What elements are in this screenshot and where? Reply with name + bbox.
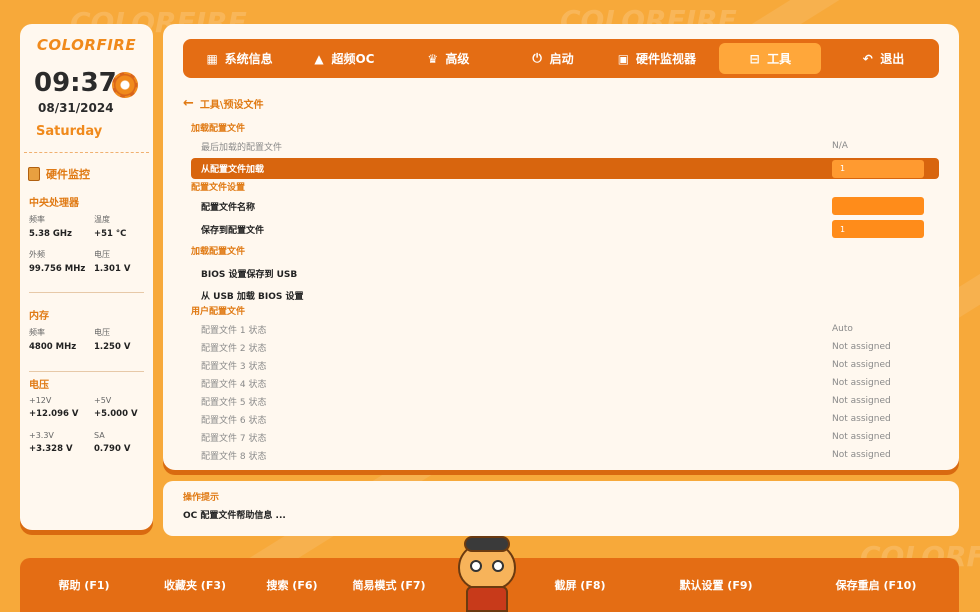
cpu-freq: 频率 5.38 GHz <box>29 215 72 239</box>
tab-system-info[interactable]: ▦ 系统信息 <box>187 43 291 74</box>
favorites-button[interactable]: 收藏夹 (F3) <box>148 558 242 612</box>
profile-status-row: 配置文件 4 状态 Not assigned <box>201 378 891 390</box>
crown-icon: ♛ <box>427 51 439 66</box>
divider <box>29 292 144 293</box>
tab-hardware-monitor[interactable]: ▣ 硬件监视器 <box>604 43 708 74</box>
profile-status-row: 配置文件 5 状态 Not assigned <box>201 396 891 408</box>
mascot-cat-image <box>454 536 520 612</box>
memory-section-title: 内存 <box>29 311 49 322</box>
profile-status-row: 配置文件 2 状态 Not assigned <box>201 342 891 354</box>
section-profile-settings: 配置文件设置 <box>191 182 246 193</box>
clock-day: Saturday <box>36 124 103 139</box>
rocket-icon: ▲ <box>314 51 324 66</box>
breadcrumb-path: 工具\预设文件 <box>199 100 264 111</box>
easy-mode-button[interactable]: 简易模式 (F7) <box>342 558 436 612</box>
tab-boot[interactable]: ⏻ 启动 <box>500 43 604 74</box>
voltage-3v3: +3.3V +3.328 V <box>29 431 73 454</box>
grid-icon: ▦ <box>206 51 218 66</box>
profile-status-row: 配置文件 6 状态 Not assigned <box>201 414 891 426</box>
power-icon: ⏻ <box>532 51 542 65</box>
cpu-temp: 温度 +51 °C <box>94 215 127 239</box>
clock-date: 08/31/2024 <box>38 101 114 115</box>
back-icon: ↶ <box>862 51 873 66</box>
tab-bar: ▦ 系统信息 ▲ 超频OC ♛ 高级 ⏻ 启动 ▣ 硬件监视器 ⊟ 工具 ↶ 退… <box>183 39 939 78</box>
tab-overclock[interactable]: ▲ 超频OC <box>291 43 395 74</box>
back-arrow-icon[interactable]: ← <box>183 96 194 111</box>
tab-advanced[interactable]: ♛ 高级 <box>396 43 500 74</box>
tab-tools[interactable]: ⊟ 工具 <box>718 43 821 74</box>
hardware-monitor-heading: 硬件监控 <box>28 166 90 182</box>
profile-status-row: 配置文件 1 状态 Auto <box>201 324 853 336</box>
help-button[interactable]: 帮助 (F1) <box>20 558 148 612</box>
section-load-profile-2: 加载配置文件 <box>191 246 246 257</box>
clock-time: 09:37 <box>34 68 117 98</box>
voltage-12v: +12V +12.096 V <box>29 396 79 419</box>
voltage-sa: SA 0.790 V <box>94 431 131 454</box>
profile-name-input[interactable] <box>832 197 924 215</box>
section-user-profiles: 用户配置文件 <box>191 306 246 317</box>
help-title: 操作提示 <box>183 493 220 503</box>
save-restart-button[interactable]: 保存重启 (F10) <box>800 558 952 612</box>
memory-freq: 频率 4800 MHz <box>29 328 77 352</box>
profile-status-row: 配置文件 3 状态 Not assigned <box>201 360 891 372</box>
divider <box>29 371 144 372</box>
chip-icon <box>28 167 40 181</box>
setting-profile-name[interactable]: 配置文件名称 <box>191 197 939 215</box>
monitor-icon: ▣ <box>617 51 630 66</box>
setting-load-from-profile[interactable]: 从配置文件加载 1 <box>191 158 939 179</box>
profile-status-row: 配置文件 8 状态 Not assigned <box>201 450 891 462</box>
profile-status-row: 配置文件 7 状态 Not assigned <box>201 432 891 444</box>
brand-logo: COLORFIRE <box>36 36 137 54</box>
help-text: OC 配置文件帮助信息 ... <box>183 511 286 521</box>
voltage-section-title: 电压 <box>29 380 49 391</box>
main-panel: ▦ 系统信息 ▲ 超频OC ♛ 高级 ⏻ 启动 ▣ 硬件监视器 ⊟ 工具 ↶ 退… <box>163 24 959 470</box>
breadcrumb: ← 工具\预设文件 <box>183 96 264 111</box>
default-settings-button[interactable]: 默认设置 (F9) <box>650 558 782 612</box>
setting-save-to-profile[interactable]: 保存到配置文件 1 <box>191 220 939 238</box>
voltage-5v: +5V +5.000 V <box>94 396 138 419</box>
setting-last-loaded: 最后加载的配置文件 N/A <box>191 137 939 155</box>
tab-exit[interactable]: ↶ 退出 <box>831 43 935 74</box>
last-loaded-value: N/A <box>832 141 848 151</box>
hardware-monitor-title: 硬件监控 <box>46 168 90 181</box>
load-from-profile-input[interactable]: 1 <box>832 159 924 178</box>
save-to-profile-input[interactable]: 1 <box>832 220 924 238</box>
search-button[interactable]: 搜索 (F6) <box>242 558 342 612</box>
screenshot-button[interactable]: 截屏 (F8) <box>530 558 630 612</box>
cpu-voltage: 电压 1.301 V <box>94 250 131 274</box>
cpu-section-title: 中央处理器 <box>29 198 79 209</box>
toolbox-icon: ⊟ <box>749 51 760 66</box>
divider <box>24 152 149 153</box>
help-panel: 操作提示 OC 配置文件帮助信息 ... <box>163 481 959 536</box>
cpu-ext-freq: 外频 99.756 MHz <box>29 250 86 274</box>
section-load-profile: 加载配置文件 <box>191 123 246 134</box>
left-status-panel: COLORFIRE 09:37 08/31/2024 Saturday 硬件监控… <box>20 24 153 530</box>
memory-voltage: 电压 1.250 V <box>94 328 131 352</box>
gear-icon <box>112 72 138 98</box>
setting-bios-save-usb[interactable]: BIOS 设置保存到 USB <box>191 264 939 282</box>
